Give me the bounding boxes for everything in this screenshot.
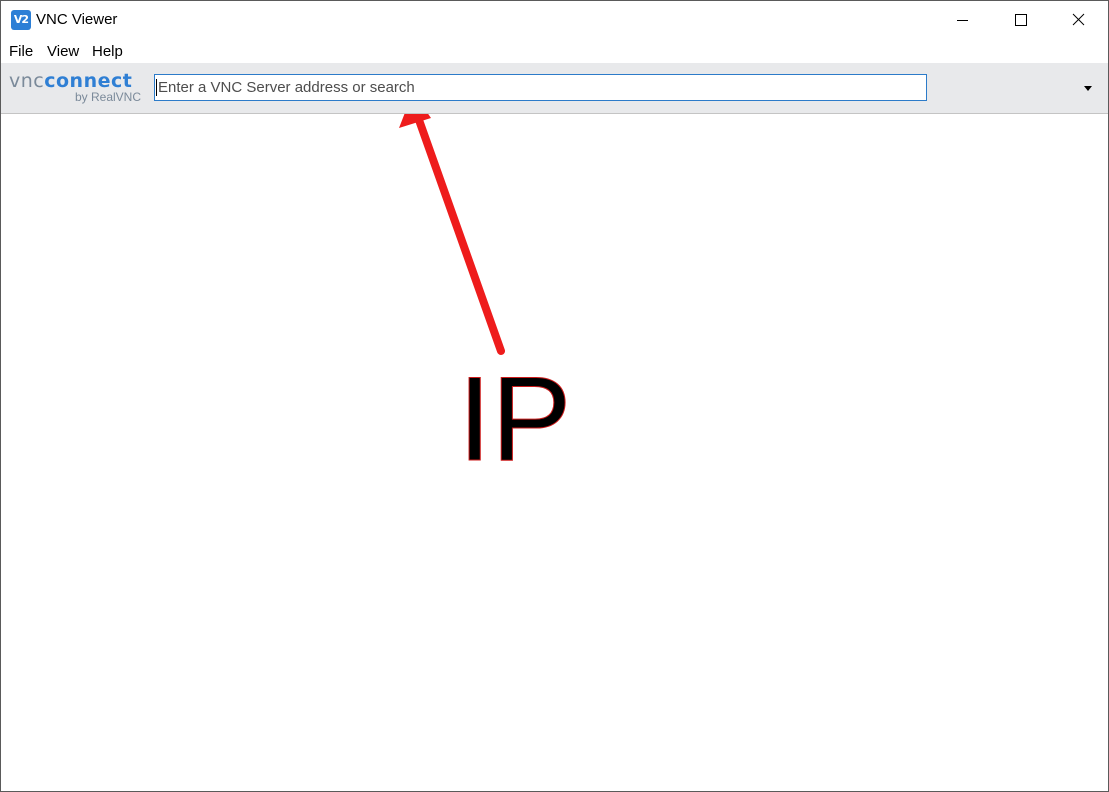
options-dropdown-button[interactable] xyxy=(1075,77,1101,99)
maximize-button[interactable] xyxy=(992,1,1050,39)
logo-wordmark: vncconnect xyxy=(9,70,132,92)
close-icon xyxy=(1072,13,1085,26)
chevron-down-icon xyxy=(1084,86,1092,91)
logo-connect-text: connect xyxy=(44,70,133,92)
annotation-label: IP xyxy=(457,352,572,486)
server-address-search-input[interactable] xyxy=(154,74,927,101)
window-title: VNC Viewer xyxy=(36,11,118,28)
text-cursor xyxy=(156,79,157,96)
menu-help[interactable]: Help xyxy=(91,43,124,60)
title-bar[interactable]: V2 VNC Viewer xyxy=(1,1,1108,39)
menu-view[interactable]: View xyxy=(46,43,80,60)
vnc-viewer-window: V2 VNC Viewer File View Help vncconnect xyxy=(0,0,1109,792)
maximize-icon xyxy=(1015,14,1027,26)
logo-vnc-text: vnc xyxy=(9,70,45,92)
vnc-connect-logo: vncconnect by RealVNC xyxy=(9,67,145,109)
menu-bar: File View Help xyxy=(1,39,1108,63)
vnc-app-icon: V2 xyxy=(11,10,31,30)
minimize-icon xyxy=(957,20,968,21)
close-button[interactable] xyxy=(1050,1,1108,39)
logo-byline: by RealVNC xyxy=(74,90,141,104)
menu-file[interactable]: File xyxy=(8,43,34,60)
minimize-button[interactable] xyxy=(934,1,992,39)
address-book-area: IP xyxy=(1,114,1108,791)
toolbar: vncconnect by RealVNC xyxy=(1,63,1108,114)
